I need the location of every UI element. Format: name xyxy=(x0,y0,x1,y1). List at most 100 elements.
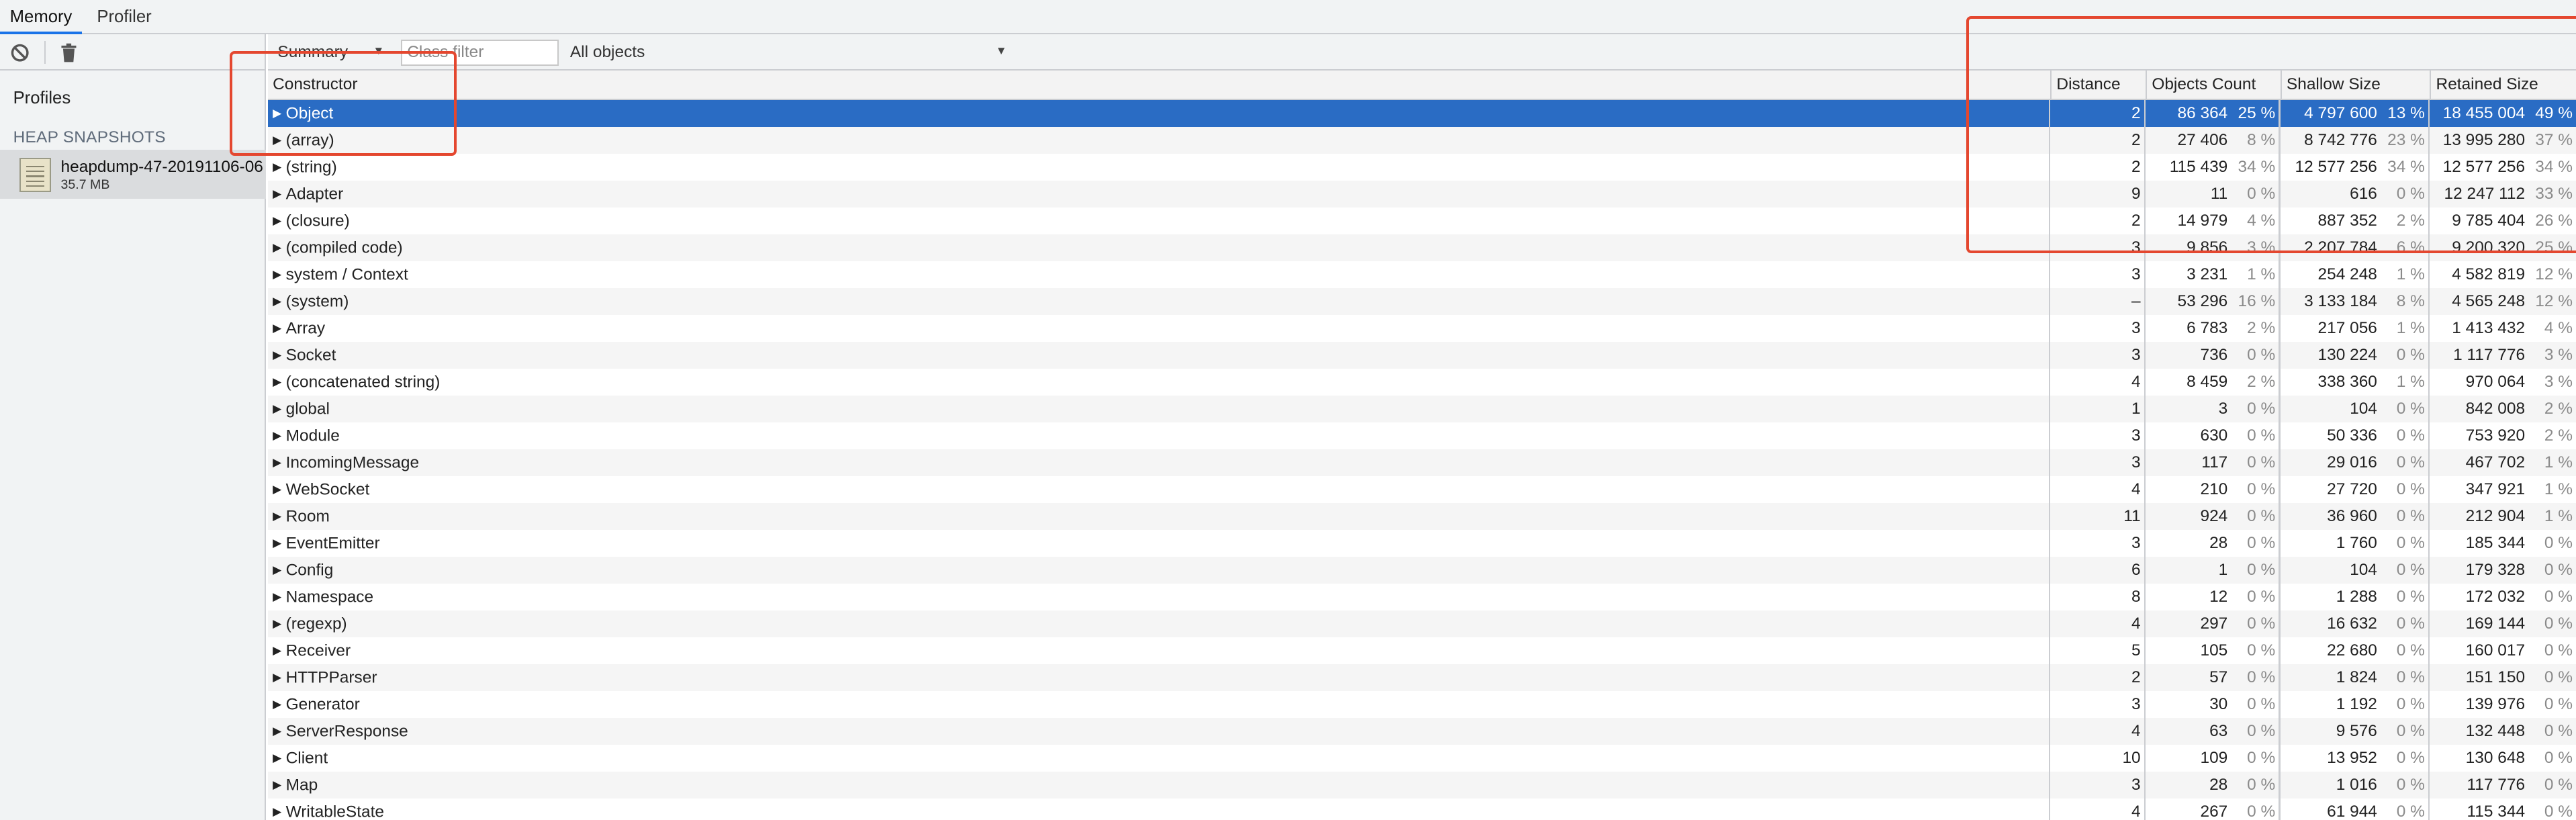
expand-triangle-icon[interactable]: ▶ xyxy=(273,745,286,771)
column-constructor[interactable]: Constructor xyxy=(268,71,2050,100)
distance-cell: 3 xyxy=(2131,265,2141,284)
objects-count-cell: 105 xyxy=(2200,641,2228,659)
shallow-size-cell: 1 192 xyxy=(2336,694,2377,713)
expand-triangle-icon[interactable]: ▶ xyxy=(273,691,286,717)
distance-cell: 4 xyxy=(2131,614,2141,633)
table-row[interactable]: ▶ (regexp) 4 297 0 % 16 632 0 % 169 144 0 % xyxy=(267,610,2576,637)
expand-triangle-icon[interactable]: ▶ xyxy=(273,342,286,368)
table-row[interactable]: ▶ (concatenated string) 4 8 459 2 % 338 360 1 … xyxy=(268,369,2576,396)
table-row[interactable]: ▶ IncomingMessage 3 117 0 % 29 016 0 % 467 702 1… xyxy=(267,449,2576,476)
expand-triangle-icon[interactable]: ▶ xyxy=(273,476,286,502)
table-row[interactable]: ▶ Namespace 8 12 0 % 1 288 0 % 172 032 0 % xyxy=(268,584,2576,610)
distance-cell: 3 xyxy=(2131,426,2141,445)
expand-triangle-icon[interactable]: ▶ xyxy=(273,261,286,287)
retained-size-percent: 3 % xyxy=(2544,373,2573,392)
objects-count-percent: 0 % xyxy=(2247,748,2276,767)
expand-triangle-icon[interactable]: ▶ xyxy=(273,799,286,820)
constructor-cell: ▶ IncomingMessage xyxy=(273,449,419,475)
view-dropdown-icon[interactable]: ▼ xyxy=(373,44,384,58)
constructor-name: EventEmitter xyxy=(285,534,380,553)
table-row[interactable]: ▶ (system) – 53 296 16 % 3 133 184 8 % 4 565 24… xyxy=(267,288,2576,316)
expand-triangle-icon[interactable]: ▶ xyxy=(273,664,286,690)
table-row[interactable]: ▶ Object 2 86 364 25 % 4 797 600 13 % 18 455 00… xyxy=(267,100,2576,128)
table-row[interactable]: ▶ HTTPParser 2 57 0 % 1 824 0 % 151 150 0 % xyxy=(267,664,2576,691)
expand-triangle-icon[interactable]: ▶ xyxy=(273,503,286,529)
table-row[interactable]: ▶ EventEmitter 3 28 0 % 1 760 0 % 185 344 0 % xyxy=(268,530,2576,557)
expand-triangle-icon[interactable]: ▶ xyxy=(273,100,286,126)
expand-triangle-icon[interactable]: ▶ xyxy=(273,557,286,583)
shallow-size-cell: 217 056 xyxy=(2317,319,2377,338)
table-row[interactable]: ▶ Room 11 924 0 % 36 960 0 % 212 904 1 % xyxy=(267,502,2576,530)
expand-triangle-icon[interactable]: ▶ xyxy=(273,396,286,422)
objects-count-percent: 34 % xyxy=(2238,158,2276,177)
expand-triangle-icon[interactable]: ▶ xyxy=(273,449,286,475)
table-row[interactable]: ▶ Socket 3 736 0 % 130 224 0 % 1 117 776 3 % xyxy=(267,342,2576,369)
expand-triangle-icon[interactable]: ▶ xyxy=(273,181,286,207)
tab-memory[interactable]: Memory xyxy=(0,0,83,35)
column-shallow-size[interactable]: Shallow Size xyxy=(2280,71,2430,101)
shallow-size-cell: 13 952 xyxy=(2327,748,2377,767)
shallow-size-cell: 616 xyxy=(2350,185,2377,203)
view-select[interactable]: Summary xyxy=(277,43,348,62)
heap-snapshot-icon xyxy=(19,157,51,193)
expand-triangle-icon[interactable]: ▶ xyxy=(273,422,286,449)
snapshot-item[interactable]: heapdump-47-20191106-06 35.7 MB xyxy=(0,149,267,199)
expand-triangle-icon[interactable]: ▶ xyxy=(273,315,286,341)
table-row[interactable]: ▶ Map 3 28 0 % 1 016 0 % 117 776 0 % xyxy=(267,771,2576,799)
objects-count-percent: 0 % xyxy=(2247,185,2276,203)
table-row[interactable]: ▶ system / Context 3 3 231 1 % 254 248 1 % 4 58… xyxy=(268,261,2576,288)
expand-triangle-icon[interactable]: ▶ xyxy=(273,288,286,314)
objects-dropdown-icon[interactable]: ▼ xyxy=(996,44,1007,58)
snapshot-name: heapdump-47-20191106-06 xyxy=(60,157,263,176)
table-row[interactable]: ▶ (compiled code) 3 9 856 3 % 2 207 784 6 % 9 2… xyxy=(267,234,2576,262)
shallow-size-cell: 3 133 184 xyxy=(2304,292,2377,311)
table-row[interactable]: ▶ Array 3 6 783 2 % 217 056 1 % 1 413 432 4 % xyxy=(268,315,2576,342)
expand-triangle-icon[interactable]: ▶ xyxy=(273,718,286,744)
column-objects-count[interactable]: Objects Count xyxy=(2145,71,2281,101)
objects-filter-select[interactable]: All objects xyxy=(570,43,645,62)
expand-triangle-icon[interactable]: ▶ xyxy=(273,637,286,664)
table-row[interactable]: ▶ WebSocket 4 210 0 % 27 720 0 % 347 921 1 % xyxy=(268,476,2576,503)
shallow-size-cell: 887 352 xyxy=(2317,212,2377,230)
expand-triangle-icon[interactable]: ▶ xyxy=(273,530,286,556)
expand-triangle-icon[interactable]: ▶ xyxy=(273,610,286,637)
expand-triangle-icon[interactable]: ▶ xyxy=(273,127,286,153)
constructor-name: global xyxy=(285,400,330,418)
objects-count-cell: 115 439 xyxy=(2169,158,2228,177)
constructor-name: HTTPParser xyxy=(285,668,377,687)
table-row[interactable]: ▶ (array) 2 27 406 8 % 8 742 776 23 % 13 995 28… xyxy=(267,127,2576,154)
expand-triangle-icon[interactable]: ▶ xyxy=(273,584,286,610)
table-row[interactable]: ▶ Client 10 109 0 % 13 952 0 % 130 648 0 % xyxy=(268,745,2576,772)
shallow-size-cell: 130 224 xyxy=(2317,346,2377,365)
constructor-cell: ▶ Generator xyxy=(273,691,360,717)
column-distance[interactable]: Distance xyxy=(2050,71,2146,101)
snapshot-size: 35.7 MB xyxy=(60,177,110,193)
table-row[interactable]: ▶ (closure) 2 14 979 4 % 887 352 2 % 9 785 404 2… xyxy=(268,208,2576,234)
table-row[interactable]: ▶ Generator 3 30 0 % 1 192 0 % 139 976 0 % xyxy=(268,691,2576,718)
table-row[interactable]: ▶ global 1 3 0 % 104 0 % 842 008 2 % xyxy=(267,396,2576,423)
shallow-size-percent: 0 % xyxy=(2396,802,2425,820)
objects-count-cell: 9 856 xyxy=(2187,238,2228,257)
table-row[interactable]: ▶ ServerResponse 4 63 0 % 9 576 0 % 132 448 0 % xyxy=(267,717,2576,745)
trash-icon[interactable] xyxy=(56,40,82,66)
class-filter-input[interactable] xyxy=(400,39,559,66)
retained-size-percent: 0 % xyxy=(2544,614,2573,633)
table-row[interactable]: ▶ Receiver 5 105 0 % 22 680 0 % 160 017 0 % xyxy=(268,637,2576,664)
table-row[interactable]: ▶ Adapter 9 11 0 % 616 0 % 12 247 112 33 % xyxy=(267,181,2576,208)
column-retained-size[interactable]: Retained Size xyxy=(2430,71,2576,101)
tab-profiler[interactable]: Profiler xyxy=(87,0,162,34)
expand-triangle-icon[interactable]: ▶ xyxy=(273,154,286,180)
expand-triangle-icon[interactable]: ▶ xyxy=(273,208,286,234)
expand-triangle-icon[interactable]: ▶ xyxy=(273,369,286,395)
table-row[interactable]: ▶ Config 6 1 0 % 104 0 % 179 328 0 % xyxy=(267,556,2576,584)
constructor-cell: ▶ global xyxy=(273,396,330,422)
expand-triangle-icon[interactable]: ▶ xyxy=(273,772,286,798)
table-row[interactable]: ▶ Module 3 630 0 % 50 336 0 % 753 920 2 % xyxy=(268,422,2576,449)
table-row[interactable]: ▶ (string) 2 115 439 34 % 12 577 256 34 % 12 57… xyxy=(268,154,2576,181)
objects-count-percent: 0 % xyxy=(2247,694,2276,713)
retained-size-cell: 139 976 xyxy=(2465,694,2526,713)
shallow-size-percent: 0 % xyxy=(2396,400,2425,418)
table-row[interactable]: ▶ WritableState 4 267 0 % 61 944 0 % 115 344 0 % xyxy=(268,799,2576,820)
expand-triangle-icon[interactable]: ▶ xyxy=(273,234,286,261)
clear-icon[interactable] xyxy=(7,40,33,66)
